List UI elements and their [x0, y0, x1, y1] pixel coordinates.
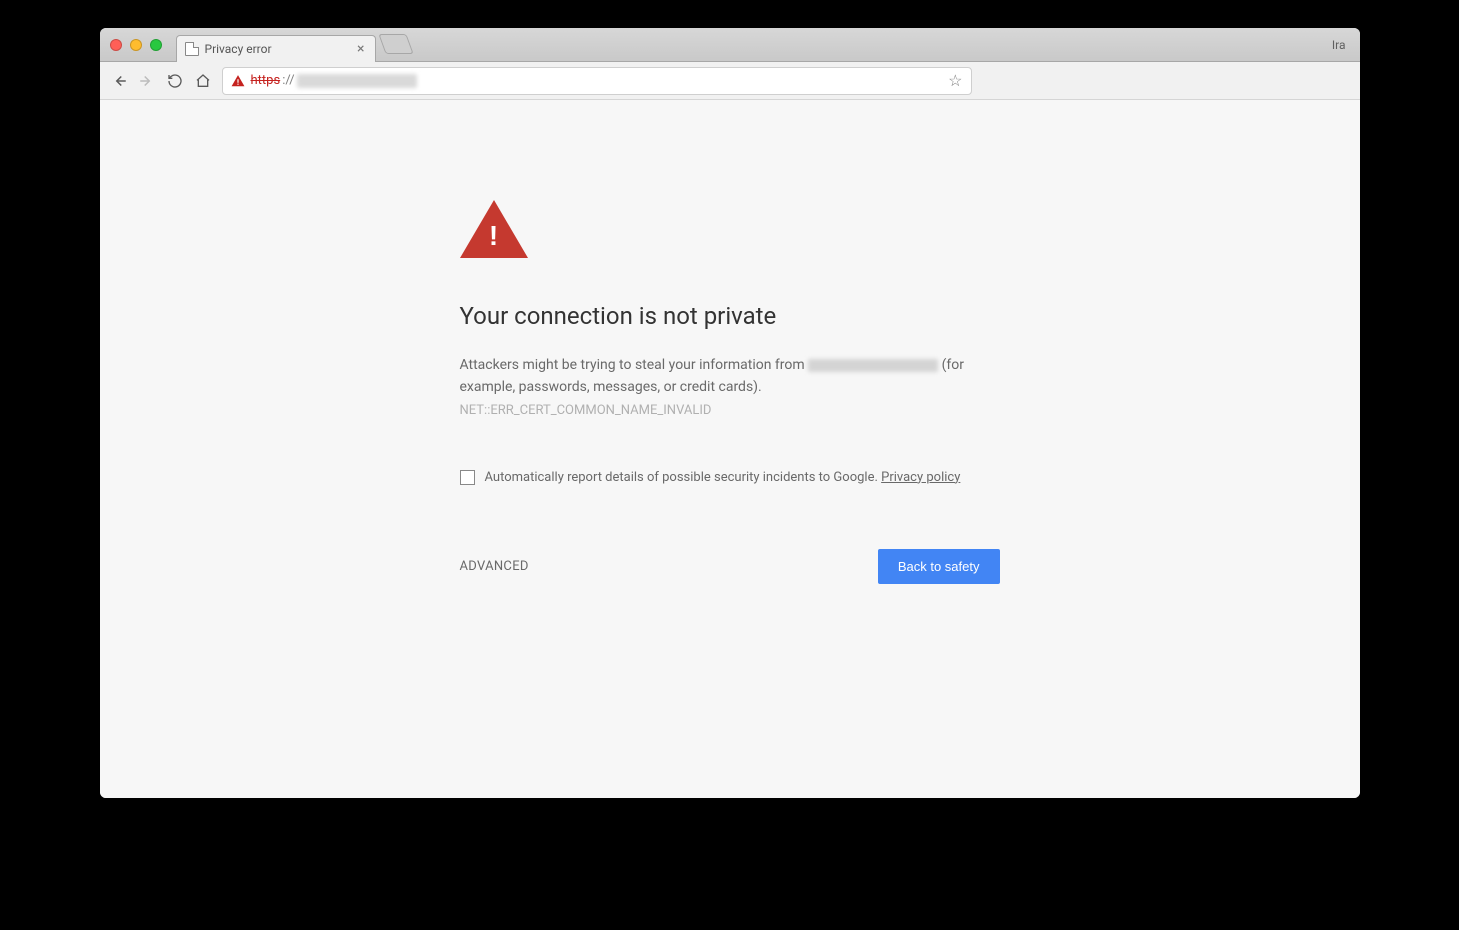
report-row: Automatically report details of possible… [460, 470, 1000, 485]
page-content: Your connection is not private Attackers… [100, 100, 1360, 798]
warning-triangle-icon [460, 200, 528, 258]
close-window-button[interactable] [110, 39, 122, 51]
back-button[interactable] [110, 72, 128, 90]
tab-bar: Privacy error × Ira [100, 28, 1360, 62]
url-display: https :// [251, 73, 417, 88]
forward-button[interactable] [138, 72, 156, 90]
url-scheme: https [251, 73, 281, 88]
address-bar[interactable]: https :// ☆ [222, 67, 972, 95]
profile-name[interactable]: Ira [1332, 38, 1346, 52]
danger-icon [231, 74, 245, 88]
error-heading: Your connection is not private [460, 302, 1000, 330]
error-description: Attackers might be trying to steal your … [460, 354, 1000, 422]
minimize-window-button[interactable] [130, 39, 142, 51]
back-to-safety-button[interactable]: Back to safety [878, 549, 1000, 584]
browser-tab[interactable]: Privacy error × [176, 35, 376, 62]
maximize-window-button[interactable] [150, 39, 162, 51]
report-label-wrap: Automatically report details of possible… [485, 470, 961, 485]
bookmark-star-icon[interactable]: ☆ [948, 71, 962, 90]
home-button[interactable] [194, 72, 212, 90]
new-tab-button[interactable] [378, 34, 413, 54]
page-icon [185, 42, 199, 56]
browser-window: Privacy error × Ira https :// ☆ [100, 28, 1360, 798]
url-separator: :// [282, 73, 294, 88]
tab-title: Privacy error [205, 42, 272, 56]
toolbar: https :// ☆ [100, 62, 1360, 100]
error-code: NET::ERR_CERT_COMMON_NAME_INVALID [460, 403, 712, 418]
report-label: Automatically report details of possible… [485, 470, 882, 485]
advanced-button[interactable]: ADVANCED [460, 559, 529, 574]
action-row: ADVANCED Back to safety [460, 549, 1000, 584]
reload-button[interactable] [166, 72, 184, 90]
window-controls [110, 39, 176, 51]
privacy-policy-link[interactable]: Privacy policy [881, 470, 960, 485]
error-host-redacted [808, 359, 938, 372]
ssl-error-interstitial: Your connection is not private Attackers… [440, 200, 1020, 584]
error-body-pre: Attackers might be trying to steal your … [460, 357, 809, 373]
close-tab-button[interactable]: × [355, 42, 366, 56]
report-checkbox[interactable] [460, 470, 475, 485]
url-host-redacted [297, 74, 417, 88]
